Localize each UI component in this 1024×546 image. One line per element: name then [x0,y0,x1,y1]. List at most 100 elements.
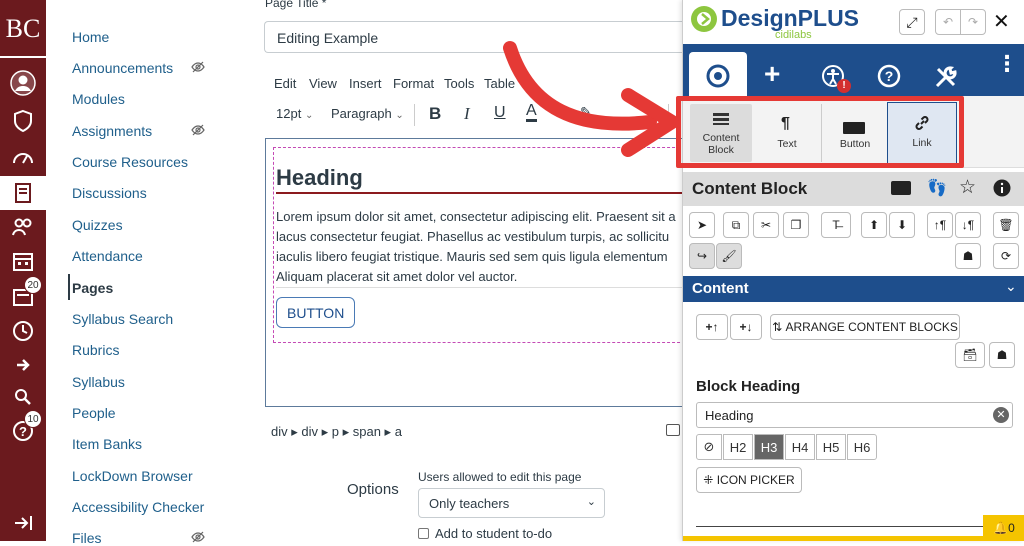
history-clock-icon[interactable] [8,316,38,346]
account-icon[interactable] [8,68,38,98]
italic-icon[interactable]: I [464,104,470,124]
ghost-icon[interactable]: ☗ [955,243,981,269]
font-size-select[interactable]: 12pt ⌄ [276,106,313,121]
footprints-icon[interactable]: 👣 [927,178,947,198]
path-item[interactable]: div [301,424,318,439]
heading-level-h3[interactable]: H3 [754,434,784,460]
course-nav-people[interactable]: People [72,405,116,421]
arrange-blocks-button[interactable]: ⇅ ARRANGE CONTENT BLOCKS [770,314,960,340]
external-tool-icon[interactable] [8,350,38,380]
refresh-icon[interactable]: ⟳ [993,243,1019,269]
course-nav-attendance[interactable]: Attendance [72,248,143,264]
video-icon[interactable] [891,181,911,195]
body-paragraph[interactable]: Lorem ipsum dolor sit amet, consectetur … [276,207,676,287]
groups-icon[interactable] [8,212,38,242]
add-icon[interactable]: + [764,58,780,90]
path-item[interactable]: a [395,424,402,439]
content-button[interactable]: BUTTON [276,297,356,328]
clear-input-icon[interactable]: ✕ [993,407,1009,423]
course-nav-quizzes[interactable]: Quizzes [72,217,123,233]
notifications-count: 0 [1008,521,1015,535]
heading-level-h4[interactable]: H4 [785,434,815,460]
icon-picker-button[interactable]: ⁜ ICON PICKER [696,467,802,493]
institution-logo[interactable]: BC [0,14,46,44]
redo-icon[interactable]: ↷ [960,9,986,35]
more-options-icon[interactable]: ⋮ [996,53,1018,75]
element-path: div ▸ div ▸ p ▸ span ▸ a [271,424,402,439]
block-format-select[interactable]: Paragraph ⌄ [331,106,404,121]
help-circle-icon[interactable]: ? [877,64,901,88]
todo-checkbox[interactable] [418,528,429,539]
menu-insert[interactable]: Insert [349,76,382,91]
search-tool-icon[interactable] [8,382,38,412]
course-nav-announcements[interactable]: Announcements [72,60,173,76]
admin-shield-icon[interactable] [8,106,38,136]
course-nav-home[interactable]: Home [72,29,109,45]
course-nav-discussions[interactable]: Discussions [72,185,147,201]
copy-icon[interactable]: ⧉ [723,212,749,238]
course-nav-syllabus-search[interactable]: Syllabus Search [72,311,173,327]
divider [276,287,696,288]
brush-icon[interactable]: 🖌 [716,243,742,269]
heading-level-h2[interactable]: H2 [723,434,753,460]
path-item[interactable]: p [332,424,339,439]
remove-format-icon[interactable]: T̶ [821,212,851,238]
course-nav-accessibility-checker[interactable]: Accessibility Checker [72,499,204,515]
icon-picker-label: ICON PICKER [716,473,795,487]
menu-format[interactable]: Format [393,76,434,91]
move-up-icon[interactable]: ⬆ [861,212,887,238]
move-down-icon[interactable]: ⬇ [889,212,915,238]
divider [696,526,986,527]
keyboard-icon[interactable] [666,424,680,436]
edit-permission-select[interactable]: Only teachers ⌄ [418,488,605,518]
bold-icon[interactable]: B [429,104,441,124]
help-icon[interactable]: ? 10 [8,410,42,446]
insert-paragraph-before-icon[interactable]: ↑¶ [927,212,953,238]
add-after-icon[interactable]: +↓ [730,314,762,340]
course-nav-assignments[interactable]: Assignments [72,123,152,139]
path-item[interactable]: div [271,424,288,439]
expand-icon[interactable]: ⤢ [899,9,925,35]
box-icon[interactable]: 🗃 [955,342,985,368]
duplicate-icon[interactable]: ❐ [783,212,809,238]
course-nav-modules[interactable]: Modules [72,91,125,107]
heading-level-h6[interactable]: H6 [847,434,877,460]
close-icon[interactable]: ✕ [993,9,1010,34]
inbox-badge: 20 [24,276,42,294]
heading-level-h5[interactable]: H5 [816,434,846,460]
hidden-eye-icon [191,124,205,136]
calendar-icon[interactable] [8,246,38,276]
menu-tools[interactable]: Tools [444,76,474,91]
info-icon[interactable] [993,179,1011,197]
delete-icon[interactable]: 🗑 [993,212,1019,238]
collapse-nav-icon[interactable] [8,508,38,538]
path-item[interactable]: span [353,424,381,439]
course-nav-lockdown-browser[interactable]: LockDown Browser [72,468,193,484]
insert-paragraph-after-icon[interactable]: ↓¶ [955,212,981,238]
course-nav-files[interactable]: Files [72,530,102,546]
course-nav-pages[interactable]: Pages [72,280,113,296]
courses-icon[interactable] [8,178,38,208]
ghost-icon[interactable]: ☗ [989,342,1015,368]
course-nav-rubrics[interactable]: Rubrics [72,342,119,358]
menu-view[interactable]: View [309,76,337,91]
course-nav-course-resources[interactable]: Course Resources [72,154,188,170]
course-nav-syllabus[interactable]: Syllabus [72,374,125,390]
undo-icon[interactable]: ↶ [935,9,961,35]
no-heading-icon[interactable]: ⊘ [696,434,722,460]
menu-edit[interactable]: Edit [274,76,296,91]
redo-action-icon[interactable]: ↪ [689,243,715,269]
rich-content-editor[interactable]: Heading Lorem ipsum dolor sit amet, cons… [265,138,696,407]
course-nav-item-banks[interactable]: Item Banks [72,436,142,452]
star-icon[interactable]: ☆ [959,176,976,199]
add-before-icon[interactable]: +↑ [696,314,728,340]
block-heading-text[interactable]: Heading [276,165,363,191]
block-heading-input[interactable]: Heading [696,402,1013,428]
inbox-icon[interactable]: 20 [8,276,42,312]
dashboard-icon[interactable] [8,142,38,172]
notifications-button[interactable]: 🔔 0 [983,515,1024,541]
tools-icon[interactable] [933,64,959,90]
tab-target-icon[interactable] [706,64,730,88]
cut-icon[interactable]: ✂ [753,212,779,238]
select-pointer-icon[interactable]: ➤ [689,212,715,238]
